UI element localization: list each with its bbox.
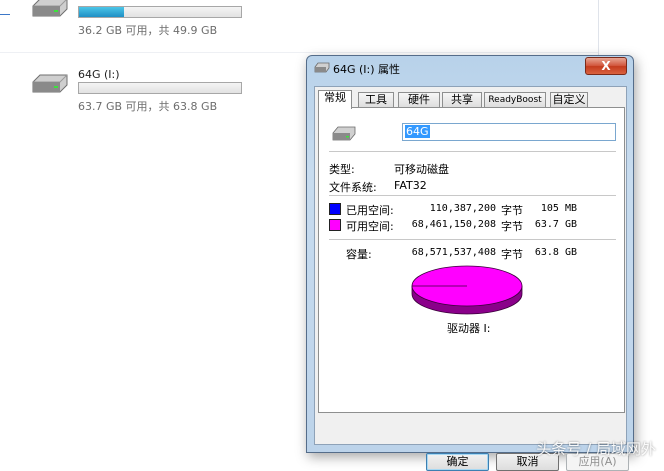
- used-space-swatch: [329, 203, 341, 215]
- dialog-client-area: 常规 工具 硬件 共享 ReadyBoost 自定义 64G 类型: 可移动磁盘…: [314, 86, 627, 445]
- disk-usage-pie: [411, 264, 523, 316]
- capacity-unit: 字节: [501, 246, 523, 262]
- used-space-label: 已用空间:: [346, 202, 394, 218]
- usb-drive-icon: [30, 72, 70, 96]
- type-value: 可移动磁盘: [394, 161, 449, 177]
- tab-tools[interactable]: 工具: [358, 92, 394, 108]
- drive-item-1[interactable]: 36.2 GB 可用，共 49.9 GB: [30, 0, 260, 32]
- capacity-bytes: 68,571,537,408: [402, 247, 496, 258]
- used-space-bytes: 110,387,200: [402, 203, 496, 214]
- tab-hardware[interactable]: 硬件: [398, 92, 440, 108]
- capacity-label: 容量:: [346, 246, 372, 262]
- usb-drive-icon: [331, 125, 357, 143]
- separator: [329, 195, 616, 196]
- row-divider: [0, 52, 598, 53]
- close-button[interactable]: X: [585, 57, 627, 75]
- separator: [329, 151, 616, 152]
- tab-sharing[interactable]: 共享: [442, 92, 482, 108]
- drive-label-input[interactable]: 64G: [402, 123, 616, 141]
- drive-item-2[interactable]: 64G (I:) 63.7 GB 可用，共 63.8 GB: [30, 68, 260, 108]
- drive-caption: 驱动器 I:: [447, 320, 490, 336]
- usb-drive-icon: [314, 62, 330, 74]
- tab-strip: 常规 工具 硬件 共享 ReadyBoost 自定义: [318, 90, 623, 108]
- drive-space-text: 36.2 GB 可用，共 49.9 GB: [78, 22, 217, 38]
- dialog-title: 64G (I:) 属性: [333, 61, 400, 77]
- free-space-label: 可用空间:: [346, 218, 394, 234]
- free-space-swatch: [329, 219, 341, 231]
- general-tab-panel: 64G 类型: 可移动磁盘 文件系统: FAT32 已用空间: 110,387,…: [318, 107, 625, 413]
- drive-space-text: 63.7 GB 可用，共 63.8 GB: [78, 98, 217, 114]
- free-space-unit: 字节: [501, 218, 523, 234]
- free-space-bytes: 68,461,150,208: [402, 219, 496, 230]
- separator: [329, 239, 616, 240]
- drive-label-selection: 64G: [405, 125, 430, 138]
- tab-readyboost[interactable]: ReadyBoost: [484, 92, 546, 108]
- tab-general[interactable]: 常规: [318, 90, 352, 109]
- watermark-text: 头条号 / 局域网外: [536, 438, 656, 459]
- column-divider: [598, 0, 599, 60]
- drive-usage-bar: [78, 82, 242, 94]
- drive-usage-bar: [78, 6, 242, 18]
- ok-button[interactable]: 确定: [426, 453, 489, 471]
- capacity-size: 63.8 GB: [527, 247, 577, 258]
- free-space-size: 63.7 GB: [527, 219, 577, 230]
- title-bar[interactable]: 64G (I:) 属性 X: [307, 56, 633, 80]
- used-space-unit: 字节: [501, 202, 523, 218]
- drive-usage-fill: [79, 7, 124, 17]
- usb-drive-icon: [30, 0, 70, 20]
- nav-pane-edge: [0, 14, 10, 15]
- used-space-size: 105 MB: [527, 203, 577, 214]
- properties-dialog: 64G (I:) 属性 X 常规 工具 硬件 共享 ReadyBoost 自定义…: [306, 55, 634, 453]
- type-label: 类型:: [329, 161, 355, 177]
- drive-name: 64G (I:): [78, 68, 120, 81]
- tab-customize[interactable]: 自定义: [550, 92, 588, 108]
- filesystem-value: FAT32: [394, 179, 427, 192]
- filesystem-label: 文件系统:: [329, 179, 377, 195]
